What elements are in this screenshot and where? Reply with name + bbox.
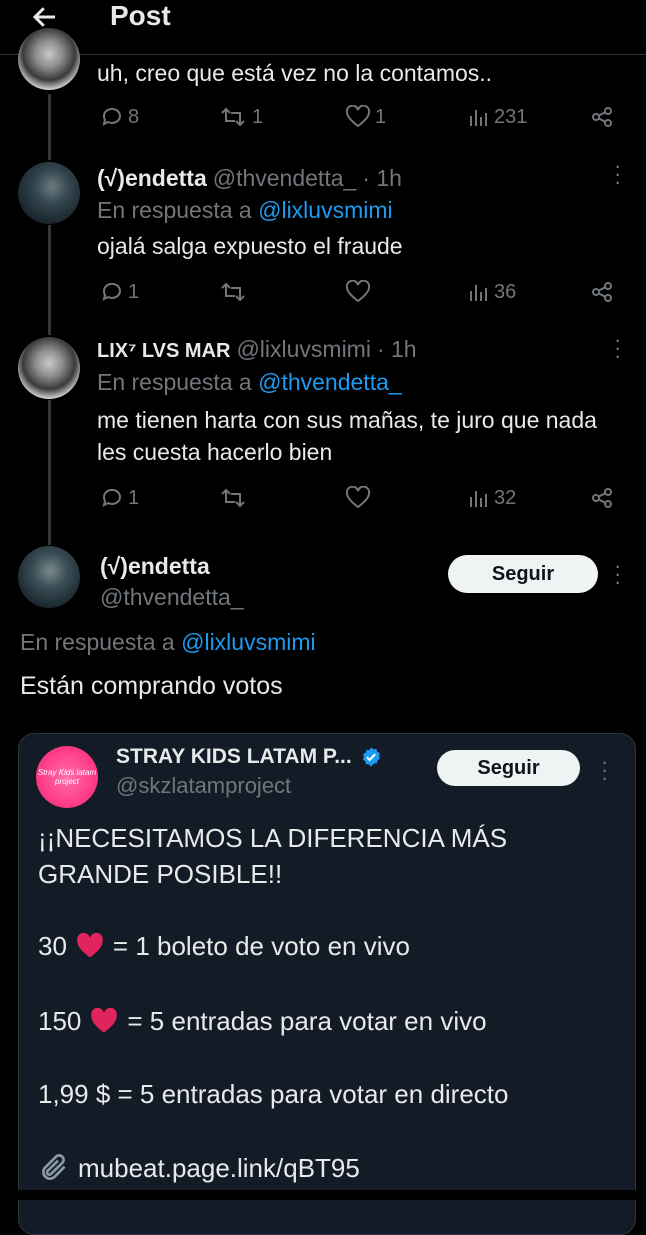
user-handle[interactable]: @skzlatamproject [116,773,291,799]
views-icon [470,285,487,301]
views-button[interactable]: 36 [468,280,516,304]
quote-text-line: GRANDE POSIBLE!! [38,859,283,889]
display-name[interactable]: (√)endetta [100,553,210,580]
views-button[interactable]: 231 [468,105,527,129]
share-button[interactable] [590,486,614,510]
vote-amount: 30 [38,931,67,961]
like-button[interactable] [345,486,371,510]
view-count: 231 [494,105,528,128]
user-handle[interactable]: @thvendetta_ [100,584,244,611]
thread-line [48,94,51,160]
repost-count: 1 [252,105,264,128]
vote-description: = 5 entradas para votar en vivo [127,1006,487,1036]
more-options-icon[interactable]: · · · [614,329,621,367]
vote-description: = 1 boleto de voto en vivo [112,931,410,961]
repost-button[interactable] [218,280,248,304]
like-count: 1 [375,105,387,128]
follow-button[interactable]: Seguir [437,750,580,786]
display-name[interactable]: STRAY KIDS LATAM P... [116,745,352,769]
avatar[interactable] [18,162,80,224]
quote-text-line: ¡¡NECESITAMOS LA DIFERENCIA MÁS [38,823,508,853]
share-icon [592,282,612,302]
share-icon [592,488,612,508]
quote-text-line: 1,99 $ = 5 entradas para votar en direct… [38,1079,509,1109]
avatar[interactable]: Stray Kids latam project [36,746,98,808]
post-header: (√)endetta @thvendetta_ · 1h [97,165,402,192]
like-button[interactable]: 1 [345,105,386,129]
thread-line [48,225,51,335]
top-bar [0,0,646,55]
reply-button[interactable]: 8 [100,105,139,129]
views-button[interactable]: 32 [468,486,516,510]
more-options-icon[interactable]: · · · [614,555,621,593]
reply-context: En respuesta a @lixluvsmimi [20,627,316,658]
repost-icon [221,282,245,302]
reply-button[interactable]: 1 [100,280,139,304]
reply-icon [102,488,121,507]
avatar[interactable] [18,337,80,399]
reply-to-link[interactable]: @lixluvsmimi [258,197,393,223]
repost-button[interactable]: 1 [218,105,263,129]
avatar-label: Stray Kids latam project [37,768,97,786]
reply-button[interactable]: 1 [100,486,139,510]
user-handle[interactable]: @thvendetta_ [213,165,357,192]
red-heart-icon [77,932,103,958]
main-post-text: Están comprando votos [20,672,283,700]
reply-to-link[interactable]: @lixluvsmimi [181,629,316,655]
reply-prefix: En respuesta a [97,369,252,395]
heart-icon [345,486,371,509]
share-icon [592,107,612,127]
reply-count: 1 [128,280,140,303]
follow-button[interactable]: Seguir [448,555,598,593]
post-text: uh, creo que está vez no la contamos.. [97,60,493,86]
quote-link[interactable]: mubeat.page.link/qBT95 [78,1150,360,1186]
red-heart-icon [91,1007,118,1033]
reply-to-link[interactable]: @thvendetta_ [258,369,402,395]
verified-badge-icon [362,747,380,767]
post-text-line: me tienen harta con sus mañas, te juro q… [97,407,597,433]
avatar[interactable] [18,28,80,90]
more-options-icon[interactable]: · · · [601,751,608,789]
view-count: 36 [494,280,517,303]
repost-icon [221,488,245,508]
post-time: · 1h [362,165,402,191]
reply-count: 8 [128,105,140,128]
quote-header: STRAY KIDS LATAM P... [116,745,382,769]
quote-text-line: 30 = 1 boleto de voto en vivo [38,928,410,964]
user-handle[interactable]: @lixluvsmimi [236,336,371,363]
post-text: ojalá salga expuesto el fraude [97,233,403,259]
vote-amount: 150 [38,1006,82,1036]
page-title: Post [110,0,171,31]
share-button[interactable] [590,280,614,304]
views-icon [470,491,487,507]
heart-icon [345,280,371,303]
post-time: · 1h [376,336,417,362]
repost-button[interactable] [218,486,248,510]
view-count: 32 [494,486,517,509]
repost-icon [221,107,245,127]
quote-text-line: 150 = 5 entradas para votar en vivo [38,1003,487,1039]
more-options-icon[interactable]: · · · [614,155,621,193]
post-header: LIX⁷ LVS MAR @lixluvsmimi · 1h [97,336,417,363]
reply-context: En respuesta a @lixluvsmimi [97,195,393,226]
like-button[interactable] [345,280,371,304]
thread-line [48,400,51,545]
heart-icon [345,105,371,128]
reply-prefix: En respuesta a [20,629,175,655]
reply-count: 1 [128,486,140,509]
quote-link-row[interactable]: mubeat.page.link/qBT95 [38,1150,360,1186]
display-name[interactable]: (√)endetta [97,165,207,192]
reply-icon [102,107,121,126]
avatar[interactable] [18,546,80,608]
reply-icon [102,282,121,301]
display-name[interactable]: LIX⁷ LVS MAR [97,340,230,363]
post-text-line: les cuesta hacerlo bien [97,439,333,465]
share-button[interactable] [590,105,614,129]
reply-prefix: En respuesta a [97,197,252,223]
bottom-edge [0,1190,646,1200]
reply-context: En respuesta a @thvendetta_ [97,367,402,398]
views-icon [470,110,487,126]
paperclip-icon [42,1154,66,1180]
